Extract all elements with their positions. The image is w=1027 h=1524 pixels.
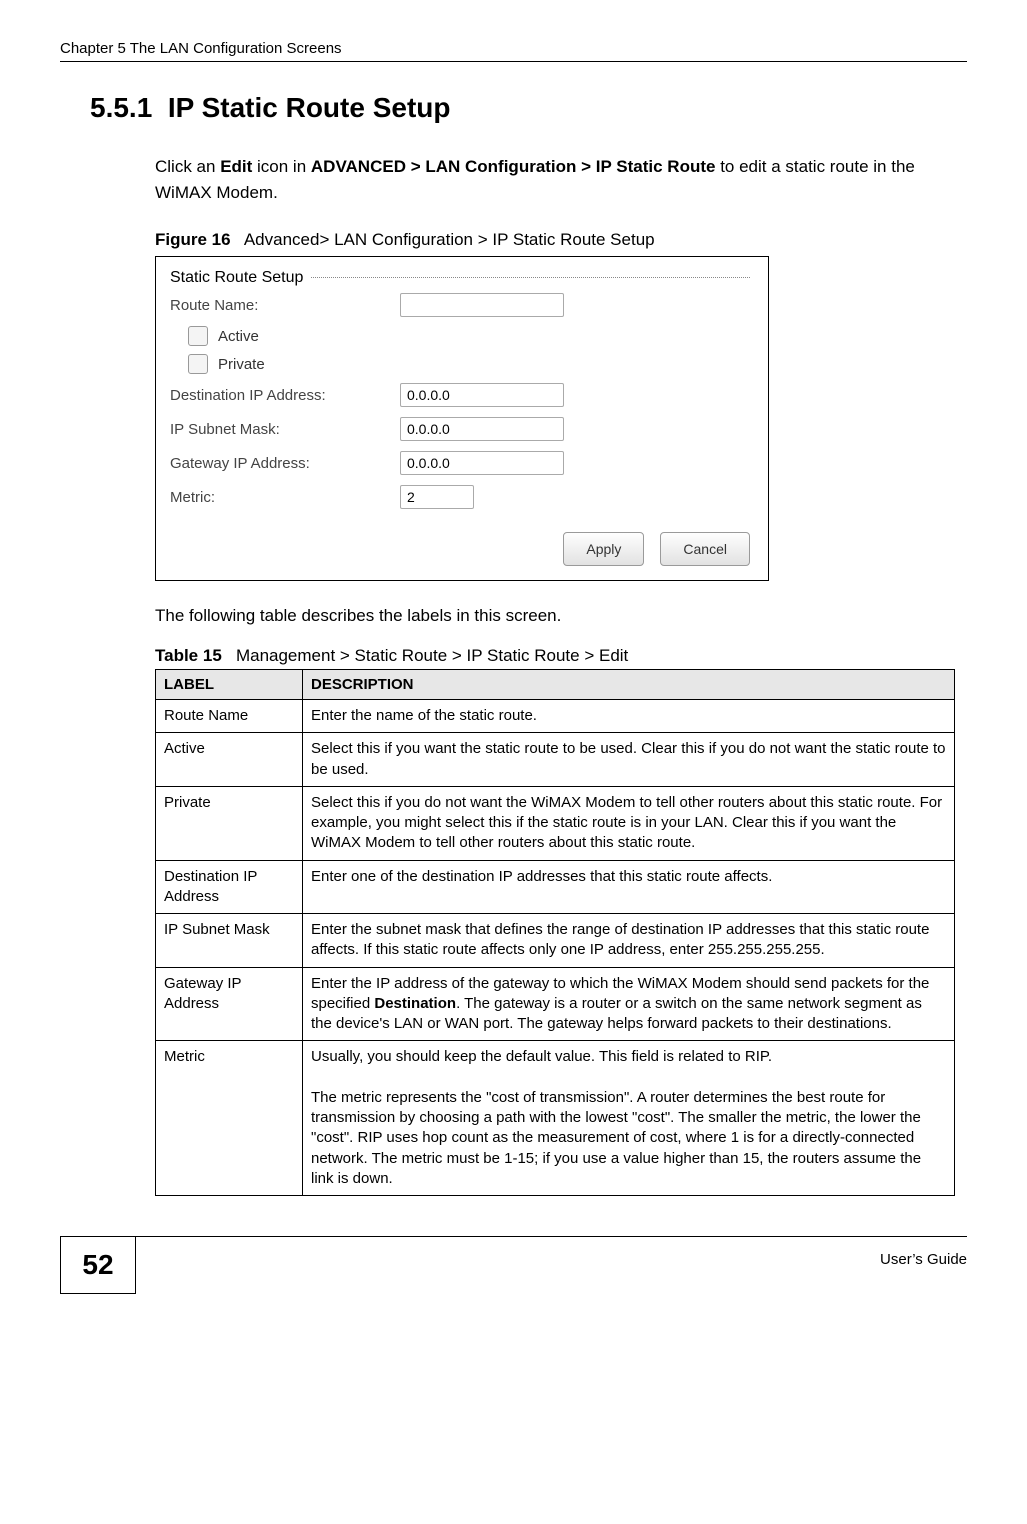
table-row: Metric Usually, you should keep the defa… bbox=[156, 1041, 955, 1196]
screenshot-static-route-setup: Static Route Setup Route Name: Active Pr… bbox=[155, 256, 769, 581]
td-desc: Enter one of the destination IP addresse… bbox=[303, 860, 955, 914]
private-checkbox[interactable] bbox=[188, 354, 208, 374]
private-label: Private bbox=[218, 356, 265, 373]
td-label: Route Name bbox=[156, 700, 303, 733]
subnet-input[interactable]: 0.0.0.0 bbox=[400, 417, 564, 441]
intro-bold-2: ADVANCED > LAN Configuration > IP Static… bbox=[311, 157, 716, 176]
description-table: LABEL DESCRIPTION Route Name Enter the n… bbox=[155, 669, 955, 1196]
table-row: Active Select this if you want the stati… bbox=[156, 733, 955, 787]
table-row: IP Subnet Mask Enter the subnet mask tha… bbox=[156, 914, 955, 968]
table-caption-text: Management > Static Route > IP Static Ro… bbox=[236, 646, 628, 665]
td-desc: Select this if you want the static route… bbox=[303, 733, 955, 787]
td-label: Private bbox=[156, 786, 303, 860]
users-guide-label: User’s Guide bbox=[880, 1237, 967, 1294]
section-number: 5.5.1 bbox=[90, 92, 152, 123]
gateway-label: Gateway IP Address: bbox=[170, 455, 400, 472]
panel-title: Static Route Setup bbox=[170, 269, 311, 286]
td-label: Gateway IP Address bbox=[156, 967, 303, 1041]
td-desc: Enter the subnet mask that defines the r… bbox=[303, 914, 955, 968]
table-row: Route Name Enter the name of the static … bbox=[156, 700, 955, 733]
gateway-input[interactable]: 0.0.0.0 bbox=[400, 451, 564, 475]
td-desc: Usually, you should keep the default val… bbox=[303, 1041, 955, 1196]
figure-caption-text: Advanced> LAN Configuration > IP Static … bbox=[244, 230, 655, 249]
metric-input[interactable]: 2 bbox=[400, 485, 474, 509]
intro-paragraph: Click an Edit icon in ADVANCED > LAN Con… bbox=[155, 154, 967, 205]
td-desc: Enter the name of the static route. bbox=[303, 700, 955, 733]
route-name-label: Route Name: bbox=[170, 297, 400, 314]
table-caption: Table 15 Management > Static Route > IP … bbox=[155, 646, 967, 666]
figure-caption: Figure 16 Advanced> LAN Configuration > … bbox=[155, 230, 967, 250]
metric-label: Metric: bbox=[170, 489, 400, 506]
table-row: Gateway IP Address Enter the IP address … bbox=[156, 967, 955, 1041]
th-description: DESCRIPTION bbox=[303, 670, 955, 700]
td-desc-bold: Destination bbox=[374, 995, 456, 1012]
td-desc: Enter the IP address of the gateway to w… bbox=[303, 967, 955, 1041]
subnet-label: IP Subnet Mask: bbox=[170, 421, 400, 438]
figure-label: Figure 16 bbox=[155, 230, 231, 249]
table-row: Private Select this if you do not want t… bbox=[156, 786, 955, 860]
apply-button[interactable]: Apply bbox=[563, 532, 644, 566]
active-checkbox[interactable] bbox=[188, 326, 208, 346]
cancel-button[interactable]: Cancel bbox=[660, 532, 750, 566]
section-heading: 5.5.1 IP Static Route Setup bbox=[90, 92, 967, 124]
td-label: Destination IP Address bbox=[156, 860, 303, 914]
table-header-row: LABEL DESCRIPTION bbox=[156, 670, 955, 700]
page-footer: 52 User’s Guide bbox=[60, 1236, 967, 1294]
intro-text-2: icon in bbox=[252, 157, 311, 176]
dest-ip-input[interactable]: 0.0.0.0 bbox=[400, 383, 564, 407]
after-figure-text: The following table describes the labels… bbox=[155, 606, 967, 626]
td-desc: Select this if you do not want the WiMAX… bbox=[303, 786, 955, 860]
table-row: Destination IP Address Enter one of the … bbox=[156, 860, 955, 914]
running-header: Chapter 5 The LAN Configuration Screens bbox=[60, 40, 967, 62]
route-name-input[interactable] bbox=[400, 293, 564, 317]
td-label: IP Subnet Mask bbox=[156, 914, 303, 968]
table-label: Table 15 bbox=[155, 646, 222, 665]
td-label: Active bbox=[156, 733, 303, 787]
page-number: 52 bbox=[60, 1237, 136, 1294]
active-label: Active bbox=[218, 328, 259, 345]
th-label: LABEL bbox=[156, 670, 303, 700]
td-label: Metric bbox=[156, 1041, 303, 1196]
intro-bold-1: Edit bbox=[220, 157, 252, 176]
intro-text-1: Click an bbox=[155, 157, 220, 176]
section-title: IP Static Route Setup bbox=[168, 92, 451, 123]
dest-ip-label: Destination IP Address: bbox=[170, 387, 400, 404]
